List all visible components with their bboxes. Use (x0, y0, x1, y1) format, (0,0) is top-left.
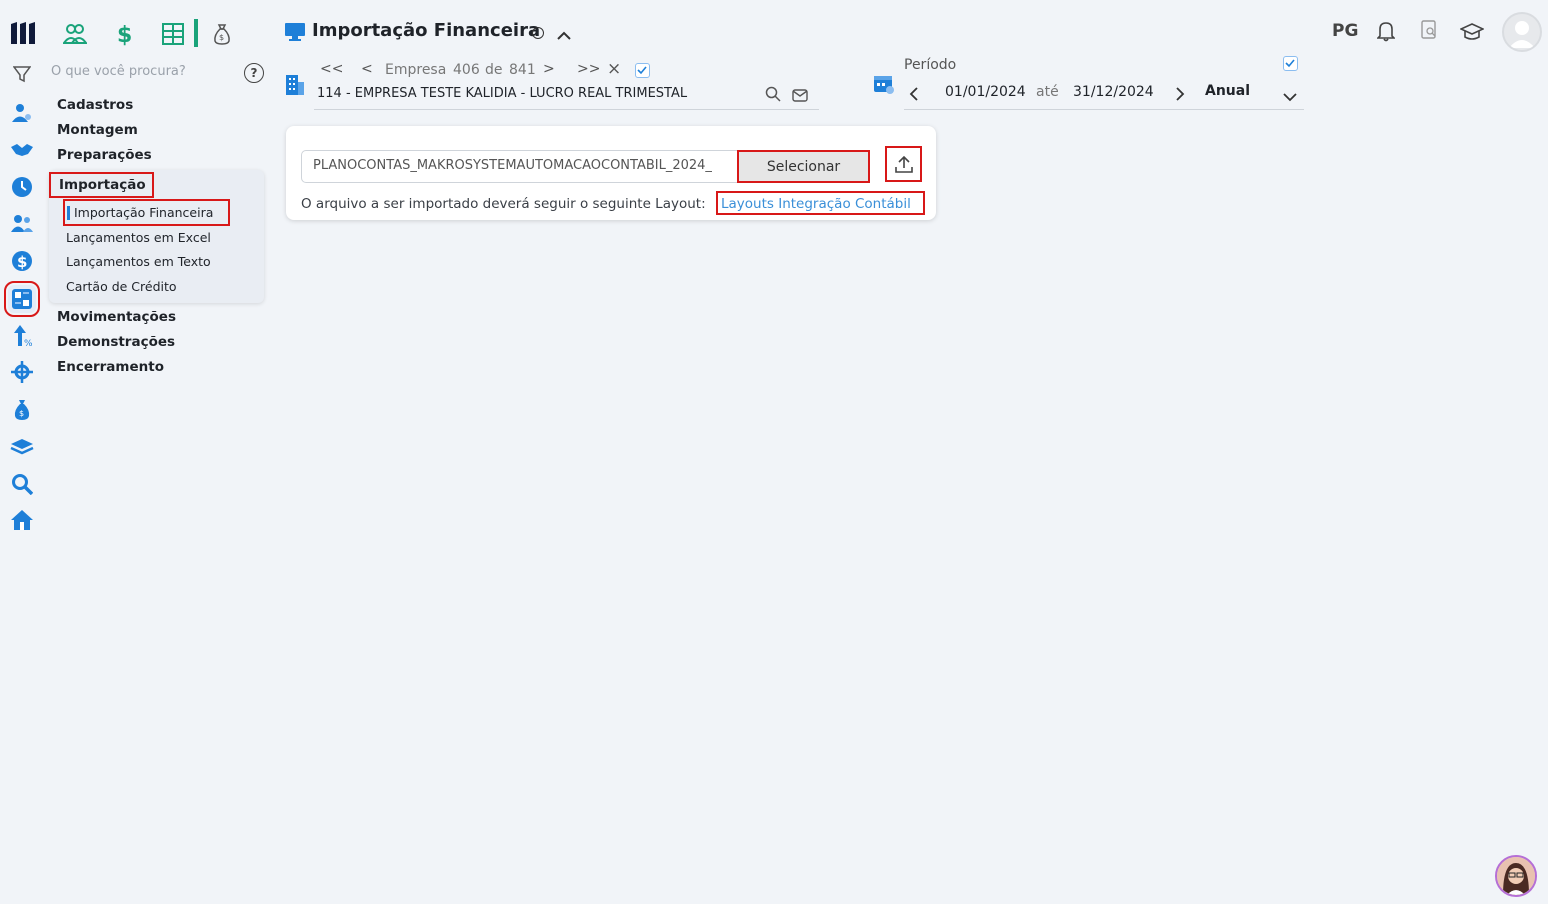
app-logo[interactable] (9, 20, 37, 46)
svg-text:$: $ (19, 409, 24, 418)
period-label: Período (904, 57, 957, 73)
tax-arrow-icon[interactable]: % (8, 322, 36, 350)
user-avatar[interactable] (1502, 12, 1542, 52)
company-total: 841 (509, 62, 536, 78)
svg-text:$: $ (219, 33, 224, 42)
filter-icon[interactable] (8, 60, 36, 88)
submenu-item-lancamentos-excel[interactable]: Lançamentos em Excel (66, 230, 211, 245)
users-icon[interactable] (8, 210, 36, 238)
network-icon[interactable] (8, 358, 36, 386)
de-label: de (485, 62, 503, 78)
clear-company-button[interactable]: × (607, 59, 621, 79)
grid-module-icon[interactable] (157, 19, 189, 49)
period-end-date[interactable]: 31/12/2024 (1073, 84, 1154, 100)
period-checkbox[interactable] (1283, 56, 1298, 71)
company-current-index: 406 (453, 62, 480, 78)
submenu-item-lancamentos-texto[interactable]: Lançamentos em Texto (66, 254, 211, 269)
calendar-icon (873, 73, 895, 99)
period-next-button[interactable] (1175, 86, 1185, 105)
page-title: Importação Financeira (312, 20, 541, 41)
file-name-field[interactable]: PLANOCONTAS_MAKROSYSTEMAUTOMACAOCONTABIL… (301, 150, 743, 183)
money-bag-icon[interactable]: $ (8, 396, 36, 424)
company-checkbox[interactable] (635, 63, 650, 78)
submenu-item-cartao-credito[interactable]: Cartão de Crédito (66, 279, 177, 294)
menu-item-importacao[interactable]: Importação (49, 172, 154, 198)
menu-item-demonstracoes[interactable]: Demonstrações (57, 334, 175, 350)
empresa-label: Empresa (385, 62, 447, 78)
building-icon (285, 73, 305, 99)
svg-text:%: % (24, 339, 32, 348)
company-name: 114 - EMPRESA TESTE KALIDIA - LUCRO REAL… (317, 86, 688, 101)
money-bag-module-icon[interactable]: $ (206, 19, 238, 49)
active-indicator (67, 206, 70, 220)
last-company-button[interactable]: >> (577, 61, 600, 77)
period-separator: até (1036, 84, 1059, 100)
menu-search-input[interactable]: O que você procura? (51, 64, 186, 79)
layout-link[interactable]: Layouts Integração Contábil (716, 191, 925, 215)
period-prev-button[interactable] (909, 86, 919, 105)
chevron-down-icon[interactable] (1283, 87, 1297, 106)
period-underline (904, 109, 1304, 110)
next-company-button[interactable]: > (543, 61, 555, 77)
accounting-icon[interactable] (4, 281, 40, 317)
clock-icon[interactable] (8, 173, 36, 201)
finance-icon[interactable]: $ (8, 247, 36, 275)
select-file-button[interactable]: Selecionar (737, 150, 870, 183)
menu-item-encerramento[interactable]: Encerramento (57, 359, 164, 375)
people-module-icon[interactable] (59, 19, 91, 49)
period-mode-select[interactable]: Anual (1205, 83, 1250, 99)
company-search-icon[interactable] (765, 86, 781, 106)
svg-text:$: $ (117, 23, 132, 46)
dollar-module-icon[interactable]: $ (108, 19, 140, 49)
handshake-icon[interactable] (8, 136, 36, 164)
layout-instruction: O arquivo a ser importado deverá seguir … (301, 196, 706, 212)
company-underline (314, 109, 819, 110)
help-button[interactable]: ? (244, 63, 264, 83)
monitor-icon (285, 23, 305, 45)
module-separator (194, 19, 198, 47)
user-initials[interactable]: PG (1332, 21, 1358, 41)
menu-item-cadastros[interactable]: Cadastros (57, 97, 133, 113)
graduation-cap-icon[interactable] (1459, 22, 1485, 46)
period-start-date[interactable]: 01/01/2024 (945, 84, 1026, 100)
layers-icon[interactable] (8, 433, 36, 461)
upload-icon (894, 155, 913, 173)
user-settings-icon[interactable] (8, 99, 36, 127)
home-icon[interactable] (8, 506, 36, 534)
menu-item-montagem[interactable]: Montagem (57, 122, 138, 138)
info-icon[interactable]: i (532, 27, 544, 39)
search-icon[interactable] (8, 470, 36, 498)
prev-company-button[interactable]: < (361, 61, 373, 77)
first-company-button[interactable]: << (320, 61, 343, 77)
menu-item-preparacoes[interactable]: Preparações (57, 147, 152, 163)
mail-icon[interactable] (792, 87, 808, 106)
document-search-icon[interactable] (1421, 20, 1439, 44)
svg-text:$: $ (17, 253, 27, 271)
submenu-item-importacao-financeira[interactable]: Importação Financeira (74, 205, 213, 220)
menu-item-movimentacoes[interactable]: Movimentações (57, 309, 176, 325)
upload-button[interactable] (885, 146, 922, 182)
bell-icon[interactable] (1376, 20, 1396, 46)
collapse-chevron-icon[interactable] (556, 26, 572, 45)
assistant-avatar[interactable] (1495, 855, 1537, 897)
